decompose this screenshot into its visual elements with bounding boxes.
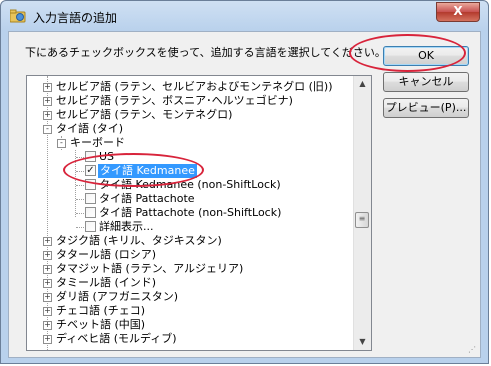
tree-connector: [76, 227, 84, 228]
checkbox[interactable]: [85, 193, 96, 204]
tree-connector: [76, 171, 84, 172]
tree-connector: [76, 157, 84, 158]
ok-button[interactable]: OK: [383, 46, 469, 66]
scroll-up-icon[interactable]: ▲: [355, 76, 370, 92]
tree-item-label: セルビア語 (ラテン、セルビアおよびモンテネグロ (旧)): [56, 80, 333, 93]
checkbox-checked[interactable]: ✓: [85, 165, 96, 176]
folder-globe-icon: [9, 9, 26, 23]
tree-item-label: チェコ語 (チェコ): [56, 304, 146, 317]
expand-icon[interactable]: +: [43, 335, 52, 344]
close-button[interactable]: X: [436, 2, 480, 22]
tree-item-label: タマジット語 (ラテン、アルジェリア): [56, 262, 244, 275]
resize-grip-icon[interactable]: ⋰: [468, 345, 478, 355]
tree-item-label: ダリ語 (アフガニスタン): [56, 290, 179, 303]
tree-item-label: セルビア語 (ラテン、モンテネグロ): [56, 108, 233, 121]
tree-item-label: US: [99, 150, 115, 163]
scroll-thumb[interactable]: ≡: [355, 212, 369, 228]
tree-connector: [76, 199, 84, 200]
tree-item-label: タイ語 Pattachote: [99, 192, 195, 205]
collapse-icon[interactable]: -: [43, 125, 52, 134]
checkbox[interactable]: [85, 151, 96, 162]
expand-icon[interactable]: +: [43, 279, 52, 288]
tree-item-label: セルビア語 (ラテン、ボスニア･ヘルツェゴビナ): [56, 94, 293, 107]
expand-icon[interactable]: +: [43, 237, 52, 246]
tree-item-label: タイ語 Kedmanee (non-ShiftLock): [99, 178, 281, 191]
tree-item-label: タイ語 (タイ): [56, 122, 124, 135]
tree-item-label: タタール語 (ロシア): [56, 248, 157, 261]
tree-connector: [75, 150, 76, 217]
dialog-body: 下にあるチェックボックスを使って、追加する言語を選択してください。 + セルビア…: [8, 31, 481, 358]
tree-item-label: 詳細表示...: [99, 220, 154, 233]
language-tree[interactable]: + セルビア語 (ラテン、セルビアおよびモンテネグロ (旧)) + セルビア語 …: [26, 75, 372, 351]
tree-item-label: タイ語 Pattachote (non-ShiftLock): [99, 206, 282, 219]
tree-item-label: タジク語 (キリル、タジキスタン): [56, 234, 222, 247]
title-bar[interactable]: 入力言語の追加 X: [1, 1, 488, 31]
collapse-icon[interactable]: -: [57, 139, 66, 148]
instruction-text: 下にあるチェックボックスを使って、追加する言語を選択してください。: [25, 46, 386, 59]
tree-connector: [76, 185, 84, 186]
expand-icon[interactable]: +: [43, 307, 52, 316]
expand-icon[interactable]: +: [43, 97, 52, 106]
tree-item-label: ディベヒ語 (モルディブ): [56, 332, 177, 345]
checkbox[interactable]: [85, 179, 96, 190]
tree-connector: [76, 213, 84, 214]
checkbox[interactable]: [85, 207, 96, 218]
scroll-down-icon[interactable]: ▼: [355, 334, 370, 350]
expand-icon[interactable]: +: [43, 265, 52, 274]
cancel-button[interactable]: キャンセル: [383, 72, 469, 92]
tree-item-label: チベット語 (中国): [56, 318, 146, 331]
preview-button[interactable]: プレビュー(P)...: [383, 98, 469, 118]
window-title: 入力言語の追加: [33, 11, 118, 25]
tree-item-label: タミール語 (インド): [56, 276, 157, 289]
tree-item-label: タイ語 Kedmanee: [98, 164, 197, 178]
expand-icon[interactable]: +: [43, 321, 52, 330]
expand-icon[interactable]: +: [43, 251, 52, 260]
tree-item-label: キーボード: [70, 136, 125, 149]
vertical-scrollbar[interactable]: ▲ ≡ ▼: [353, 76, 371, 350]
dialog-window: 入力言語の追加 X 下にあるチェックボックスを使って、追加する言語を選択してくだ…: [0, 0, 489, 364]
checkbox[interactable]: [85, 221, 96, 232]
expand-icon[interactable]: +: [43, 111, 52, 120]
expand-icon[interactable]: +: [43, 293, 52, 302]
expand-icon[interactable]: +: [43, 83, 52, 92]
